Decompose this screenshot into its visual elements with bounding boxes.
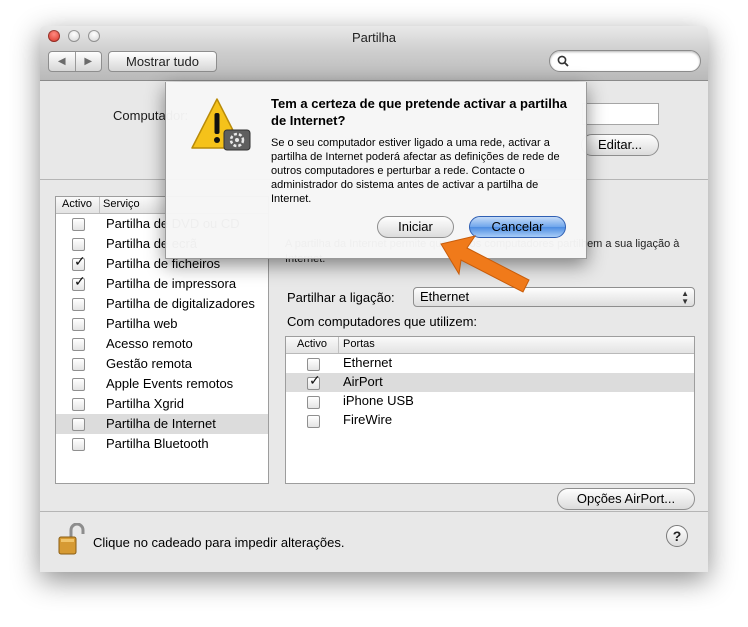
column-separator xyxy=(338,337,339,353)
checkmark-icon: ✓ xyxy=(309,372,321,388)
checkbox[interactable] xyxy=(72,358,85,371)
row-label: Acesso remoto xyxy=(106,336,193,351)
computer-name-field[interactable] xyxy=(582,103,659,125)
service-row[interactable]: Partilha de digitalizadores xyxy=(56,294,268,314)
checkbox[interactable] xyxy=(307,415,320,428)
checkbox[interactable] xyxy=(72,338,85,351)
search-icon xyxy=(557,55,569,67)
checkbox[interactable] xyxy=(72,298,85,311)
show-all-button[interactable]: Mostrar tudo xyxy=(108,51,217,72)
row-label: Partilha de Internet xyxy=(106,416,216,431)
edit-button[interactable]: Editar... xyxy=(581,134,659,156)
service-row[interactable]: Partilha Xgrid xyxy=(56,394,268,414)
back-button[interactable]: ◀ xyxy=(49,52,76,71)
checkbox[interactable] xyxy=(72,418,85,431)
port-row[interactable]: FireWire xyxy=(286,411,694,430)
forward-button[interactable]: ▶ xyxy=(76,52,102,71)
warning-icon xyxy=(191,96,255,157)
unlocked-padlock-icon[interactable] xyxy=(57,522,87,560)
column-separator xyxy=(99,197,100,213)
port-row[interactable]: Ethernet xyxy=(286,354,694,373)
checkbox[interactable] xyxy=(72,238,85,251)
row-label: Gestão remota xyxy=(106,356,192,371)
help-button[interactable]: ? xyxy=(666,525,688,547)
checkbox[interactable] xyxy=(72,218,85,231)
dialog-message: Se o seu computador estiver ligado a uma… xyxy=(271,137,560,205)
service-row[interactable]: ✓ Partilha de impressora xyxy=(56,274,268,294)
checkbox[interactable] xyxy=(72,438,85,451)
column-header-ports[interactable]: Portas xyxy=(343,338,375,350)
checkbox[interactable]: ✓ xyxy=(72,274,86,291)
dialog-title: Tem a certeza de que pretende activar a … xyxy=(271,96,567,128)
checkbox[interactable] xyxy=(72,378,85,391)
back-forward-control: ◀ ▶ xyxy=(48,51,102,72)
checkbox[interactable]: ✓ xyxy=(307,373,321,390)
row-label: Partilha Xgrid xyxy=(106,396,185,411)
to-computers-label: Com computadores que utilizem: xyxy=(287,314,478,329)
row-label: Partilha de digitalizadores xyxy=(106,296,255,311)
ports-rows: Ethernet ✓ AirPort iPhone USB FireWire xyxy=(286,354,694,430)
row-label: iPhone USB xyxy=(343,393,414,408)
share-from-label: Partilhar a ligação: xyxy=(287,290,395,305)
search-field[interactable] xyxy=(549,50,701,72)
row-label: Ethernet xyxy=(343,355,393,370)
checkbox[interactable]: ✓ xyxy=(72,254,86,271)
service-row[interactable]: Apple Events remotos xyxy=(56,374,268,394)
checkbox[interactable] xyxy=(72,318,85,331)
port-row[interactable]: iPhone USB xyxy=(286,392,694,411)
footer-divider xyxy=(40,511,708,512)
row-label: Apple Events remotos xyxy=(106,376,234,391)
checkmark-icon: ✓ xyxy=(74,273,86,289)
orange-arrow-icon xyxy=(440,235,530,293)
lock-message: Clique no cadeado para impedir alteraçõe… xyxy=(93,535,345,550)
ports-list-header: Activo Portas xyxy=(286,337,694,354)
service-row[interactable]: Gestão remota xyxy=(56,354,268,374)
column-header-active[interactable]: Activo xyxy=(62,198,92,210)
row-label: Partilha Bluetooth xyxy=(106,436,209,451)
select-arrows-icon: ▲ ▼ xyxy=(681,289,689,306)
row-label: Partilha de impressora xyxy=(106,276,237,291)
service-row[interactable]: Partilha de Internet xyxy=(56,414,268,434)
checkbox[interactable] xyxy=(307,396,320,409)
row-label: FireWire xyxy=(343,412,393,427)
service-row[interactable]: Partilha web xyxy=(56,314,268,334)
service-row[interactable]: Partilha Bluetooth xyxy=(56,434,268,454)
ports-list: Activo Portas Ethernet ✓ AirPort iPhone USB… xyxy=(285,336,695,484)
window-title: Partilha xyxy=(351,30,397,45)
service-row[interactable]: Acesso remoto xyxy=(56,334,268,354)
row-label: Partilha web xyxy=(106,316,178,331)
row-label: AirPort xyxy=(343,374,383,389)
checkbox[interactable] xyxy=(72,398,85,411)
checkbox[interactable] xyxy=(307,358,320,371)
airport-options-button[interactable]: Opções AirPort... xyxy=(557,488,695,510)
checkmark-icon: ✓ xyxy=(74,253,86,269)
column-header-service[interactable]: Serviço xyxy=(103,198,140,210)
title-bar: Partilha ◀ ▶ Mostrar tudo xyxy=(40,26,708,81)
port-row[interactable]: ✓ AirPort xyxy=(286,373,694,392)
column-header-active[interactable]: Activo xyxy=(297,338,327,350)
